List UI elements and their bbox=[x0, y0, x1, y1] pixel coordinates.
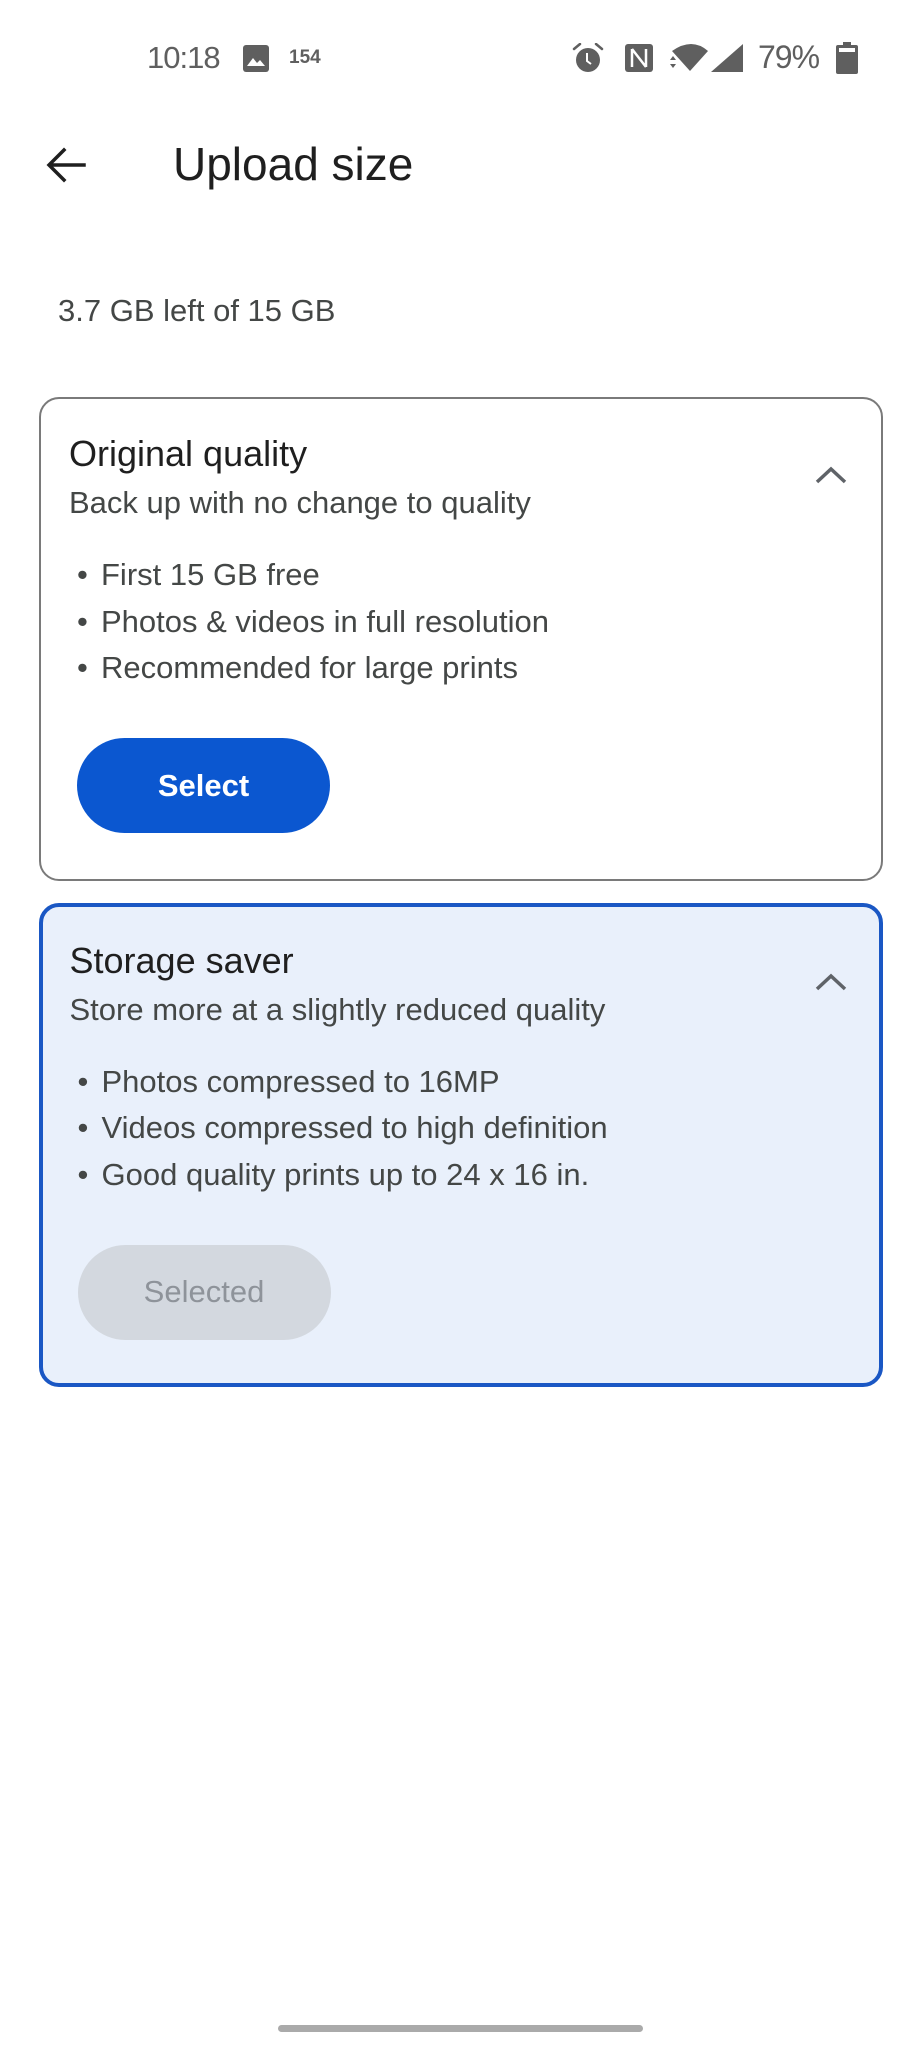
chevron-up-icon bbox=[815, 973, 846, 990]
list-item: • Recommended for large prints bbox=[77, 650, 518, 685]
option-subtitle: Store more at a slightly reduced quality bbox=[69, 991, 606, 1027]
collapse-button[interactable] bbox=[811, 455, 851, 495]
list-item: • Videos compressed to high definition bbox=[77, 1110, 608, 1145]
alarm-icon bbox=[572, 43, 604, 72]
list-item: • Photos compressed to 16MP bbox=[77, 1063, 500, 1099]
option-title: Original quality bbox=[69, 433, 308, 474]
battery-percent: 79% bbox=[758, 39, 820, 75]
select-button[interactable]: Select bbox=[77, 738, 330, 833]
option-title: Storage saver bbox=[69, 939, 294, 981]
option-subtitle: Back up with no change to quality bbox=[69, 485, 531, 520]
cell-signal-icon bbox=[711, 44, 743, 72]
battery-icon bbox=[836, 42, 858, 74]
status-time: 10:18 bbox=[147, 40, 221, 75]
wifi-icon bbox=[670, 44, 708, 71]
storage-summary: 3.7 GB left of 15 GB bbox=[58, 293, 336, 328]
chevron-up-icon bbox=[815, 466, 847, 484]
back-button[interactable] bbox=[30, 135, 102, 195]
arrow-back-icon bbox=[46, 147, 86, 183]
option-bullet-list: • Photos compressed to 16MP • Videos compr… bbox=[78, 1059, 608, 1199]
list-item: • Photos & videos in full resolution bbox=[77, 603, 550, 639]
option-card-original-quality[interactable]: Original quality Back up with no change … bbox=[39, 397, 883, 881]
gesture-nav-handle[interactable] bbox=[278, 2025, 643, 2032]
list-item: • First 15 GB free bbox=[77, 557, 320, 592]
image-icon bbox=[243, 45, 269, 72]
page-title: Upload size bbox=[173, 138, 414, 190]
nfc-icon bbox=[625, 44, 653, 72]
option-card-storage-saver[interactable]: Storage saver Store more at a slightly r… bbox=[39, 903, 883, 1387]
notification-count: 154 bbox=[289, 47, 321, 68]
option-bullet-list: • First 15 GB free • Photos & videos in fu… bbox=[77, 552, 549, 692]
collapse-button[interactable] bbox=[811, 962, 851, 1002]
selected-button: Selected bbox=[77, 1244, 331, 1340]
list-item: • Good quality prints up to 24 x 16 in. bbox=[77, 1156, 590, 1192]
